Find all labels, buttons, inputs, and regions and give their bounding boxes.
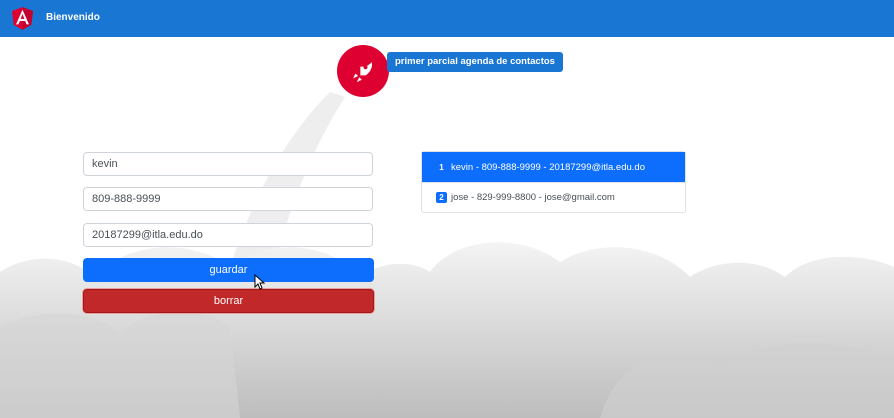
contact-list-item[interactable]: 2 jose - 829-999-8800 - jose@gmail.com	[422, 182, 685, 212]
contact-text: jose - 829-999-8800 - jose@gmail.com	[451, 192, 615, 203]
angular-logo-icon	[12, 7, 33, 30]
save-button[interactable]: guardar	[83, 258, 374, 282]
phone-input[interactable]	[83, 187, 373, 211]
mouse-cursor-icon	[254, 274, 266, 290]
email-input[interactable]	[83, 223, 373, 247]
rocket-badge	[337, 45, 389, 97]
name-input[interactable]	[83, 152, 373, 176]
page-title-badge: primer parcial agenda de contactos	[387, 52, 563, 72]
rocket-icon	[353, 62, 373, 83]
contact-index-badge: 1	[436, 161, 447, 173]
top-navbar: Bienvenido	[0, 0, 894, 37]
contact-text: kevin - 809-888-9999 - 20187299@itla.edu…	[451, 161, 645, 173]
contact-list-item[interactable]: 1 kevin - 809-888-9999 - 20187299@itla.e…	[422, 152, 685, 182]
contact-index-badge: 2	[436, 192, 447, 203]
contact-list: 1 kevin - 809-888-9999 - 20187299@itla.e…	[421, 151, 686, 213]
delete-button[interactable]: borrar	[83, 289, 374, 313]
brand-title[interactable]: Bienvenido	[46, 12, 100, 23]
